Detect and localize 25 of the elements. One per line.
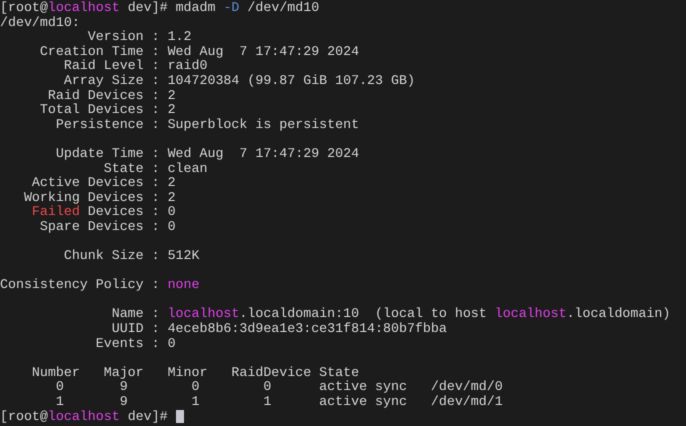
terminal-line: Raid Level : raid0 <box>62 59 208 74</box>
terminal-line: Chunk Size : 512K <box>62 249 200 264</box>
terminal-line: State : clean <box>102 162 208 176</box>
terminal-line: [root@localhost dev]# mdadm -D /dev/md10 <box>0 1 320 16</box>
terminal-line: Spare Devices : 0 <box>38 220 176 234</box>
terminal-line: Name : localhost.localdomain:10 (local to host localhost.localdomain) <box>110 307 670 322</box>
terminal-line: Failed Devices : 0 <box>30 205 176 220</box>
terminal-line: 0 9 0 0 active sync /dev/md/0 <box>54 380 503 395</box>
terminal-line: Working Devices : 2 <box>22 190 176 205</box>
terminal-line: Active Devices : 2 <box>30 176 176 191</box>
terminal-line: Version : 1.2 <box>86 30 192 45</box>
terminal-line: Total Devices : 2 <box>38 103 176 118</box>
cursor-icon <box>176 410 184 424</box>
terminal-line: Array Size : 104720384 (99.87 GiB 107.23 GB) <box>62 74 415 89</box>
terminal-line: Update Time : Wed Aug 7 17:47:29 2024 <box>54 146 360 162</box>
terminal-line: UUID : 4eceb8b6:3d9ea1e3:ce31f814:80b7fbba <box>110 322 447 337</box>
terminal-line: Consistency Policy : none <box>0 278 200 293</box>
terminal-line: /dev/md10: <box>0 16 80 30</box>
terminal-line: Creation Time : Wed Aug 7 17:47:29 2024 <box>38 44 360 59</box>
terminal-line: 1 9 1 1 active sync /dev/md/1 <box>54 395 503 410</box>
terminal-line: Persistence : Superblock is persistent <box>54 118 360 132</box>
terminal-line: Events : 0 <box>94 336 176 352</box>
terminal-line: Raid Devices : 2 <box>46 88 176 103</box>
terminal-line: Number Major Minor RaidDevice State <box>30 366 360 380</box>
terminal-prompt: [root@localhost dev]# <box>0 410 169 424</box>
